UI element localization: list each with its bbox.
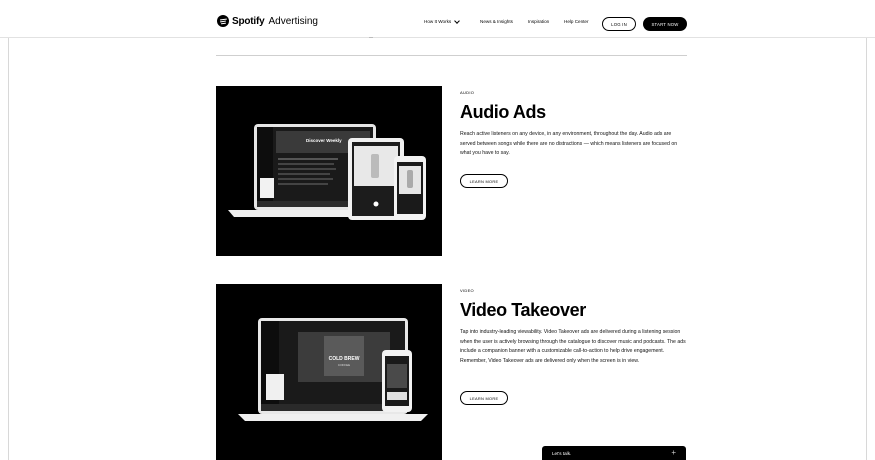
nav-how-it-works-label: How It Works	[424, 19, 452, 24]
phone-video	[387, 364, 407, 388]
section-divider	[216, 55, 687, 56]
scroll-indicator	[369, 36, 373, 38]
audio-ads-description: Reach active listeners on any device, in…	[460, 131, 678, 156]
audio-eyebrow: AUDIO	[460, 90, 475, 95]
nav-help-center[interactable]: Help Center	[564, 19, 589, 24]
tablet-bottle	[371, 154, 379, 178]
nav-inspiration[interactable]: Inspiration	[528, 19, 549, 24]
plus-icon[interactable]: +	[671, 449, 676, 457]
video-takeover-title: Video Takeover	[460, 300, 586, 320]
video-takeover-devices-image: COLD BREW COFFEE	[216, 284, 442, 460]
spotify-advertising-logo[interactable]: Spotify Advertising	[217, 15, 318, 27]
start-now-button[interactable]: START NOW	[643, 17, 687, 31]
audio-devices-illustration: Discover Weekly	[228, 124, 426, 220]
nav-inspiration-label: Inspiration	[528, 19, 550, 24]
laptop-ad-banner	[266, 374, 284, 400]
coffee-text: COFFEE	[338, 363, 350, 367]
lets-talk-chat-widget[interactable]: Let's talk. +	[542, 446, 686, 460]
audio-learn-more-button[interactable]: LEARN MORE	[460, 174, 508, 188]
phone-banner	[387, 392, 407, 400]
video-takeover-description: Tap into industry-leading viewability. V…	[460, 329, 686, 364]
nav-how-it-works[interactable]: How It Works	[424, 17, 461, 24]
video-learn-more-button[interactable]: LEARN MORE	[460, 391, 508, 405]
nav-news-insights[interactable]: News & Insights	[480, 19, 513, 24]
site-header: Spotify Advertising How It Works News & …	[0, 0, 875, 38]
cold-brew-text: COLD BREW	[329, 356, 360, 362]
nav-news-insights-label: News & Insights	[480, 19, 513, 24]
page-frame-left	[8, 0, 9, 460]
spotify-logo-icon	[217, 15, 229, 27]
login-button[interactable]: LOG IN	[602, 17, 636, 31]
logo-brand-text: Spotify	[232, 15, 265, 27]
audio-ads-devices-image: Discover Weekly	[216, 86, 442, 256]
audio-ads-title: Audio Ads	[460, 102, 546, 122]
laptop-ad-banner	[260, 178, 274, 198]
phone-bottle	[407, 170, 413, 188]
chevron-down-icon	[454, 17, 461, 24]
discover-weekly-text: Discover Weekly	[306, 138, 342, 143]
video-devices-illustration: COLD BREW COFFEE	[238, 318, 428, 421]
chat-label: Let's talk.	[552, 450, 572, 456]
page-frame-right	[866, 0, 867, 460]
nav-help-center-label: Help Center	[564, 19, 589, 24]
video-eyebrow: VIDEO	[460, 288, 474, 293]
tablet-play-icon	[373, 201, 379, 207]
laptop-base	[238, 414, 428, 421]
logo-sub-text: Advertising	[268, 15, 318, 27]
